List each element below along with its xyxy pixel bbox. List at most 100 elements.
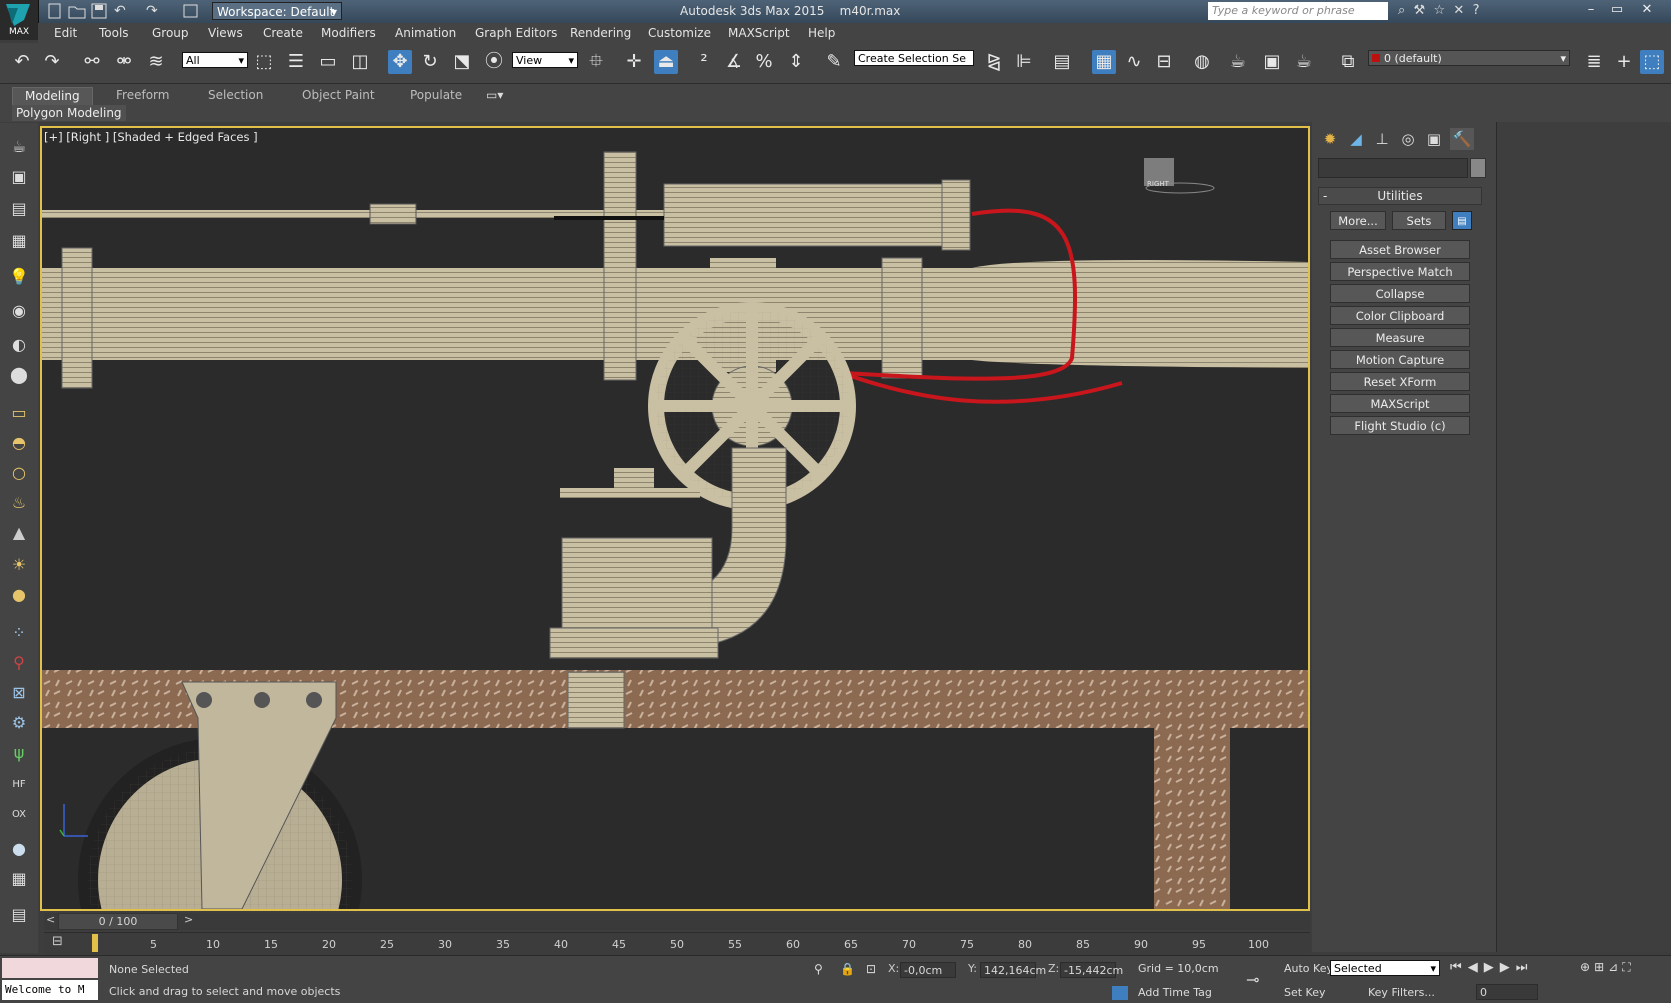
utility-color-clipboard[interactable]: Color Clipboard (1330, 306, 1470, 325)
teapot-icon[interactable]: ☕ (7, 136, 31, 158)
slider-next-icon[interactable]: > (184, 913, 193, 926)
reference-coordinate-dropdown[interactable]: View ▾ (512, 52, 578, 68)
lock-icon[interactable]: 🔒 (840, 962, 855, 976)
manipulate-icon[interactable]: ✛ (622, 50, 646, 74)
select-and-move-icon[interactable]: ✥ (388, 50, 412, 74)
go-to-end-icon[interactable]: ⏭ (1516, 960, 1534, 975)
set-key-button[interactable]: Set Key (1284, 986, 1326, 999)
utility-perspective-match[interactable]: Perspective Match (1330, 262, 1470, 281)
utility-collapse[interactable]: Collapse (1330, 284, 1470, 303)
object-name-field[interactable] (1318, 158, 1468, 178)
time-slider[interactable] (44, 913, 1310, 930)
menu-edit[interactable]: Edit (54, 26, 77, 40)
save-file-icon[interactable] (90, 3, 108, 19)
curve-editor-icon[interactable]: ∿ (1122, 50, 1146, 74)
gear-icon[interactable]: ⚙ (7, 712, 31, 734)
select-object-icon[interactable]: ⬚ (252, 50, 276, 74)
percent-snap-icon[interactable]: % (752, 50, 776, 74)
selection-filter-dropdown[interactable]: All ▾ (182, 52, 248, 68)
window-crossing-icon[interactable]: ◫ (348, 50, 372, 74)
create-panel-icon[interactable]: ✹ (1318, 128, 1342, 150)
spreadsheet-icon[interactable]: ▦ (7, 230, 31, 252)
workspace-dropdown[interactable]: Workspace: Default ▾ (212, 2, 342, 20)
key-mode-dropdown[interactable]: Selected ▾ (1330, 960, 1440, 976)
grass-icon[interactable]: ψ (7, 742, 31, 764)
close-button[interactable]: ✕ (1636, 2, 1658, 18)
utility-maxscript[interactable]: MAXScript (1330, 394, 1470, 413)
binoculars-icon[interactable]: ⌕ (1398, 3, 1405, 18)
render-setup-icon[interactable]: ☕ (1226, 50, 1250, 74)
grid-icon[interactable]: ▦ (7, 868, 31, 890)
helper-icon[interactable]: ⊠ (7, 682, 31, 704)
go-to-start-icon[interactable]: ⏮ (1450, 960, 1468, 975)
vase-icon[interactable]: ♨ (7, 492, 31, 514)
bind-space-warp-icon[interactable]: ≋ (144, 50, 168, 74)
motion-panel-icon[interactable]: ◎ (1396, 128, 1420, 150)
sphere-icon[interactable]: ○ (7, 462, 31, 484)
search-input[interactable]: Type a keyword or phrase (1208, 2, 1388, 20)
viewcube[interactable]: RIGHT (1143, 170, 1173, 198)
tab-selection[interactable]: Selection (196, 87, 275, 104)
slider-prev-icon[interactable]: < (46, 913, 55, 926)
viewport-right[interactable] (40, 126, 1310, 911)
create-layer-icon[interactable]: + (1612, 50, 1636, 74)
zoom-icon[interactable]: ⊕ (1580, 960, 1594, 974)
x-coordinate[interactable]: -0,0cm (900, 962, 956, 978)
configure-sets-icon[interactable]: ▤ (1452, 211, 1472, 230)
rendered-frame-window-icon[interactable]: ▣ (1260, 50, 1284, 74)
pivot-center-icon[interactable]: ⯐ (584, 50, 608, 74)
undo-icon[interactable]: ↶ (114, 3, 132, 19)
render-production-icon[interactable]: ☕ (1292, 50, 1316, 74)
menu-tools[interactable]: Tools (99, 26, 129, 40)
hair-fur-icon[interactable]: HF (7, 774, 31, 796)
redo-icon[interactable]: ↷ (40, 50, 64, 74)
angle-snap-icon[interactable]: ∡ (722, 50, 746, 74)
add-time-tag[interactable]: Add Time Tag (1138, 986, 1212, 999)
utility-measure[interactable]: Measure (1330, 328, 1470, 347)
minimize-button[interactable]: – (1580, 2, 1602, 18)
app-menu-button[interactable]: MAX (0, 0, 39, 40)
tab-object-paint[interactable]: Object Paint (290, 87, 387, 104)
zoom-extents-icon[interactable]: ⊞ (1594, 960, 1608, 974)
undo-icon[interactable]: ↶ (10, 50, 34, 74)
schematic-view-icon[interactable]: ⊟ (1152, 50, 1176, 74)
more-button[interactable]: More... (1330, 211, 1386, 230)
key-icon[interactable]: ⊸ (1246, 970, 1259, 989)
current-frame-marker[interactable] (92, 934, 98, 952)
select-and-rotate-icon[interactable]: ↻ (418, 50, 442, 74)
layer-properties-icon[interactable]: ≣ (1582, 50, 1606, 74)
sphere-light-icon[interactable]: ● (7, 584, 31, 606)
auto-key-button[interactable]: Auto Key (1284, 962, 1333, 975)
cone-icon[interactable]: ▲ (7, 522, 31, 544)
help-icon[interactable]: ? (1473, 3, 1480, 18)
hierarchy-panel-icon[interactable]: ⊥ (1370, 128, 1394, 150)
select-and-place-icon[interactable]: ⦿ (482, 50, 506, 74)
modify-panel-icon[interactable]: ◢ (1344, 128, 1368, 150)
maximize-viewport-icon[interactable]: ⛶ (1622, 960, 1634, 974)
manage-layers-icon[interactable]: ⧉ (1336, 50, 1360, 74)
particles-icon[interactable]: ⁘ (7, 622, 31, 644)
menu-maxscript[interactable]: MAXScript (728, 26, 790, 40)
menu-animation[interactable]: Animation (395, 26, 456, 40)
toggle-ribbon-icon[interactable]: ▦ (1092, 50, 1116, 74)
project-folder-icon[interactable] (182, 3, 200, 19)
menu-group[interactable]: Group (152, 26, 189, 40)
sun-icon[interactable]: ☀ (7, 554, 31, 576)
previous-frame-icon[interactable]: ◀ (1468, 960, 1484, 975)
align-icon[interactable]: ⊫ (1012, 50, 1036, 74)
link-icon[interactable]: ⚯ (80, 50, 104, 74)
menu-create[interactable]: Create (263, 26, 303, 40)
edit-named-selection-icon[interactable]: ✎ (822, 50, 846, 74)
utility-reset-xform[interactable]: Reset XForm (1330, 372, 1470, 391)
layer-dropdown[interactable]: 0 (default) ▾ (1368, 50, 1570, 66)
sets-button[interactable]: Sets (1392, 211, 1446, 230)
menu-modifiers[interactable]: Modifiers (321, 26, 376, 40)
hemisphere-icon[interactable]: ◓ (7, 432, 31, 454)
utility-asset-browser[interactable]: Asset Browser (1330, 240, 1470, 259)
tab-modeling[interactable]: Modeling (12, 87, 93, 106)
maximize-button[interactable]: ▭ (1606, 2, 1628, 18)
tools-icon[interactable]: ⚒ (1414, 3, 1426, 18)
y-coordinate[interactable]: 142,164cm (980, 962, 1046, 978)
utility-motion-capture[interactable]: Motion Capture (1330, 350, 1470, 369)
rollout-utilities[interactable]: - Utilities (1318, 187, 1482, 205)
